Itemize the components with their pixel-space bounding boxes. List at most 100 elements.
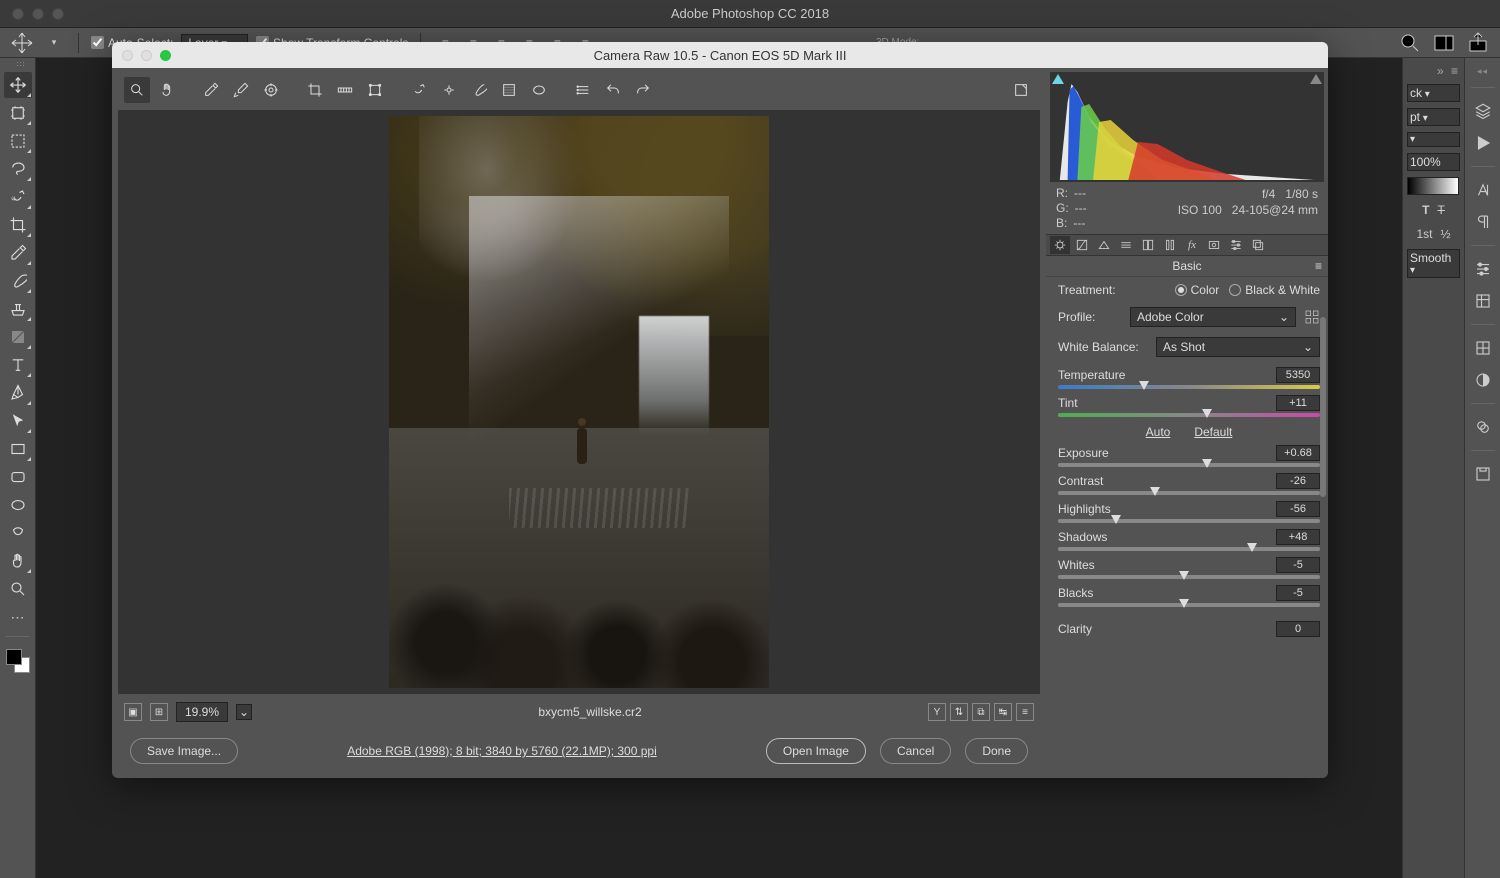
curve-tab-icon[interactable] [1072,236,1092,254]
adjustments-icon[interactable] [1469,256,1497,282]
paragraph-icon[interactable] [1469,209,1497,235]
marquee-tool[interactable] [4,128,32,154]
cr-transform-tool[interactable] [362,77,388,103]
workspace-icon[interactable] [1432,31,1456,55]
custom-shape-tool[interactable] [4,520,32,546]
artboard-tool[interactable] [4,100,32,126]
cr-wb-tool[interactable] [198,77,224,103]
profile-dropdown[interactable]: Adobe Color⌄ [1130,307,1296,327]
play-icon[interactable] [1469,130,1497,156]
swap-icon[interactable]: ⇅ [950,703,968,721]
cancel-button[interactable]: Cancel [880,738,951,764]
cr-crop-tool[interactable] [302,77,328,103]
filmstrip-toggle-icon[interactable]: ▣ [124,703,142,721]
cycle-icon[interactable]: ↹ [994,703,1012,721]
fg-bg-color[interactable] [4,647,32,675]
blacks-slider[interactable]: Blacks-5 [1058,585,1320,607]
crop-tool[interactable] [4,212,32,238]
cr-grad-filter-tool[interactable] [496,77,522,103]
panel-chevrons-icon[interactable]: » ≡ [1407,64,1460,78]
cr-hand-tool[interactable] [154,77,180,103]
move-tool-indicator-icon[interactable] [10,31,34,55]
before-after-y-icon[interactable]: Y [928,703,946,721]
share-icon[interactable] [1466,31,1490,55]
gradient-swatch[interactable] [1407,177,1459,195]
open-image-button[interactable]: Open Image [766,738,866,764]
calibration-tab-icon[interactable] [1204,236,1224,254]
strike-icon[interactable]: T [1438,203,1445,217]
zoom-value[interactable]: 19.9% [176,702,228,722]
ordinal-icon[interactable]: 1st [1416,227,1432,241]
lens-tab-icon[interactable] [1160,236,1180,254]
move-tool[interactable] [4,72,32,98]
shadows-slider[interactable]: Shadows+48 [1058,529,1320,551]
libraries-icon[interactable] [1469,414,1497,440]
contrast-slider[interactable]: Contrast-26 [1058,473,1320,495]
eyedropper-tool[interactable] [4,240,32,266]
tool-options-chevron-icon[interactable]: ▾ [42,31,66,55]
cr-undo-tool[interactable] [600,77,626,103]
hsl-tab-icon[interactable] [1116,236,1136,254]
basic-tab-icon[interactable] [1050,236,1070,254]
exposure-value[interactable]: +0.68 [1276,445,1320,461]
save-image-button[interactable]: Save Image... [130,738,238,764]
cr-straighten-tool[interactable] [332,77,358,103]
shadows-value[interactable]: +48 [1276,529,1320,545]
cr-target-adjust-tool[interactable] [258,77,284,103]
aa-dropdown[interactable]: Smooth ▾ [1407,249,1460,278]
panel-menu-icon[interactable]: ≡ [1315,259,1322,273]
wb-dropdown[interactable]: As Shot⌄ [1156,337,1320,357]
done-button[interactable]: Done [965,738,1028,764]
clarity-value[interactable]: 0 [1276,621,1320,637]
cr-zoom-tool[interactable] [124,77,150,103]
cr-spot-removal-tool[interactable] [406,77,432,103]
rectangle-tool[interactable] [4,436,32,462]
gradient-tool[interactable] [4,324,32,350]
rounded-rect-tool[interactable] [4,464,32,490]
copy-icon[interactable]: ⧉ [972,703,990,721]
cr-color-sampler-tool[interactable] [228,77,254,103]
highlights-slider[interactable]: Highlights-56 [1058,501,1320,523]
tint-slider[interactable]: Tint+11 [1058,395,1320,417]
cr-preview-area[interactable] [118,110,1040,694]
type-tool[interactable] [4,352,32,378]
cr-fullscreen-tool[interactable] [1008,77,1034,103]
character-icon[interactable] [1469,177,1497,203]
color-icon[interactable] [1469,367,1497,393]
tint-value[interactable]: +11 [1276,395,1320,411]
clone-stamp-tool[interactable] [4,296,32,322]
metrics-dropdown[interactable]: ▾ [1407,132,1460,147]
temperature-slider[interactable]: Temperature5350 [1058,367,1320,389]
cr-radial-filter-tool[interactable] [526,77,552,103]
minimize-dot[interactable] [32,8,44,20]
whites-value[interactable]: -5 [1276,557,1320,573]
grid-icon[interactable] [1469,335,1497,361]
collapse-chevron-icon[interactable]: ◂◂ [1477,66,1488,77]
cr-brush-tool[interactable] [466,77,492,103]
zoom-dot[interactable] [52,8,64,20]
search-icon[interactable] [1398,31,1422,55]
clarity-slider[interactable]: Clarity0 [1058,621,1320,637]
hand-tool[interactable] [4,548,32,574]
pen-tool[interactable] [4,380,32,406]
opacity-field[interactable]: 100% [1407,153,1460,171]
fx-tab-icon[interactable]: fx [1182,236,1202,254]
properties-icon[interactable] [1469,461,1497,487]
workflow-options-link[interactable]: Adobe RGB (1998); 8 bit; 3840 by 5760 (2… [238,744,766,758]
split-tab-icon[interactable] [1138,236,1158,254]
fraction-icon[interactable]: ½ [1441,227,1451,241]
edit-toolbar[interactable]: ⋯ [4,604,32,630]
font-track-dropdown[interactable]: ck ▾ [1407,84,1460,102]
prefs-icon[interactable]: ≡ [1016,703,1034,721]
bold-icon[interactable]: T [1422,203,1429,217]
temperature-value[interactable]: 5350 [1276,367,1320,383]
treatment-color-radio[interactable]: Color [1175,283,1220,297]
cr-presets-tool[interactable] [570,77,596,103]
path-select-tool[interactable] [4,408,32,434]
close-dot[interactable] [12,8,24,20]
exposure-slider[interactable]: Exposure+0.68 [1058,445,1320,467]
blacks-value[interactable]: -5 [1276,585,1320,601]
auto-link[interactable]: Auto [1146,425,1171,439]
profile-browser-icon[interactable] [1304,309,1320,325]
histogram[interactable] [1050,72,1324,182]
